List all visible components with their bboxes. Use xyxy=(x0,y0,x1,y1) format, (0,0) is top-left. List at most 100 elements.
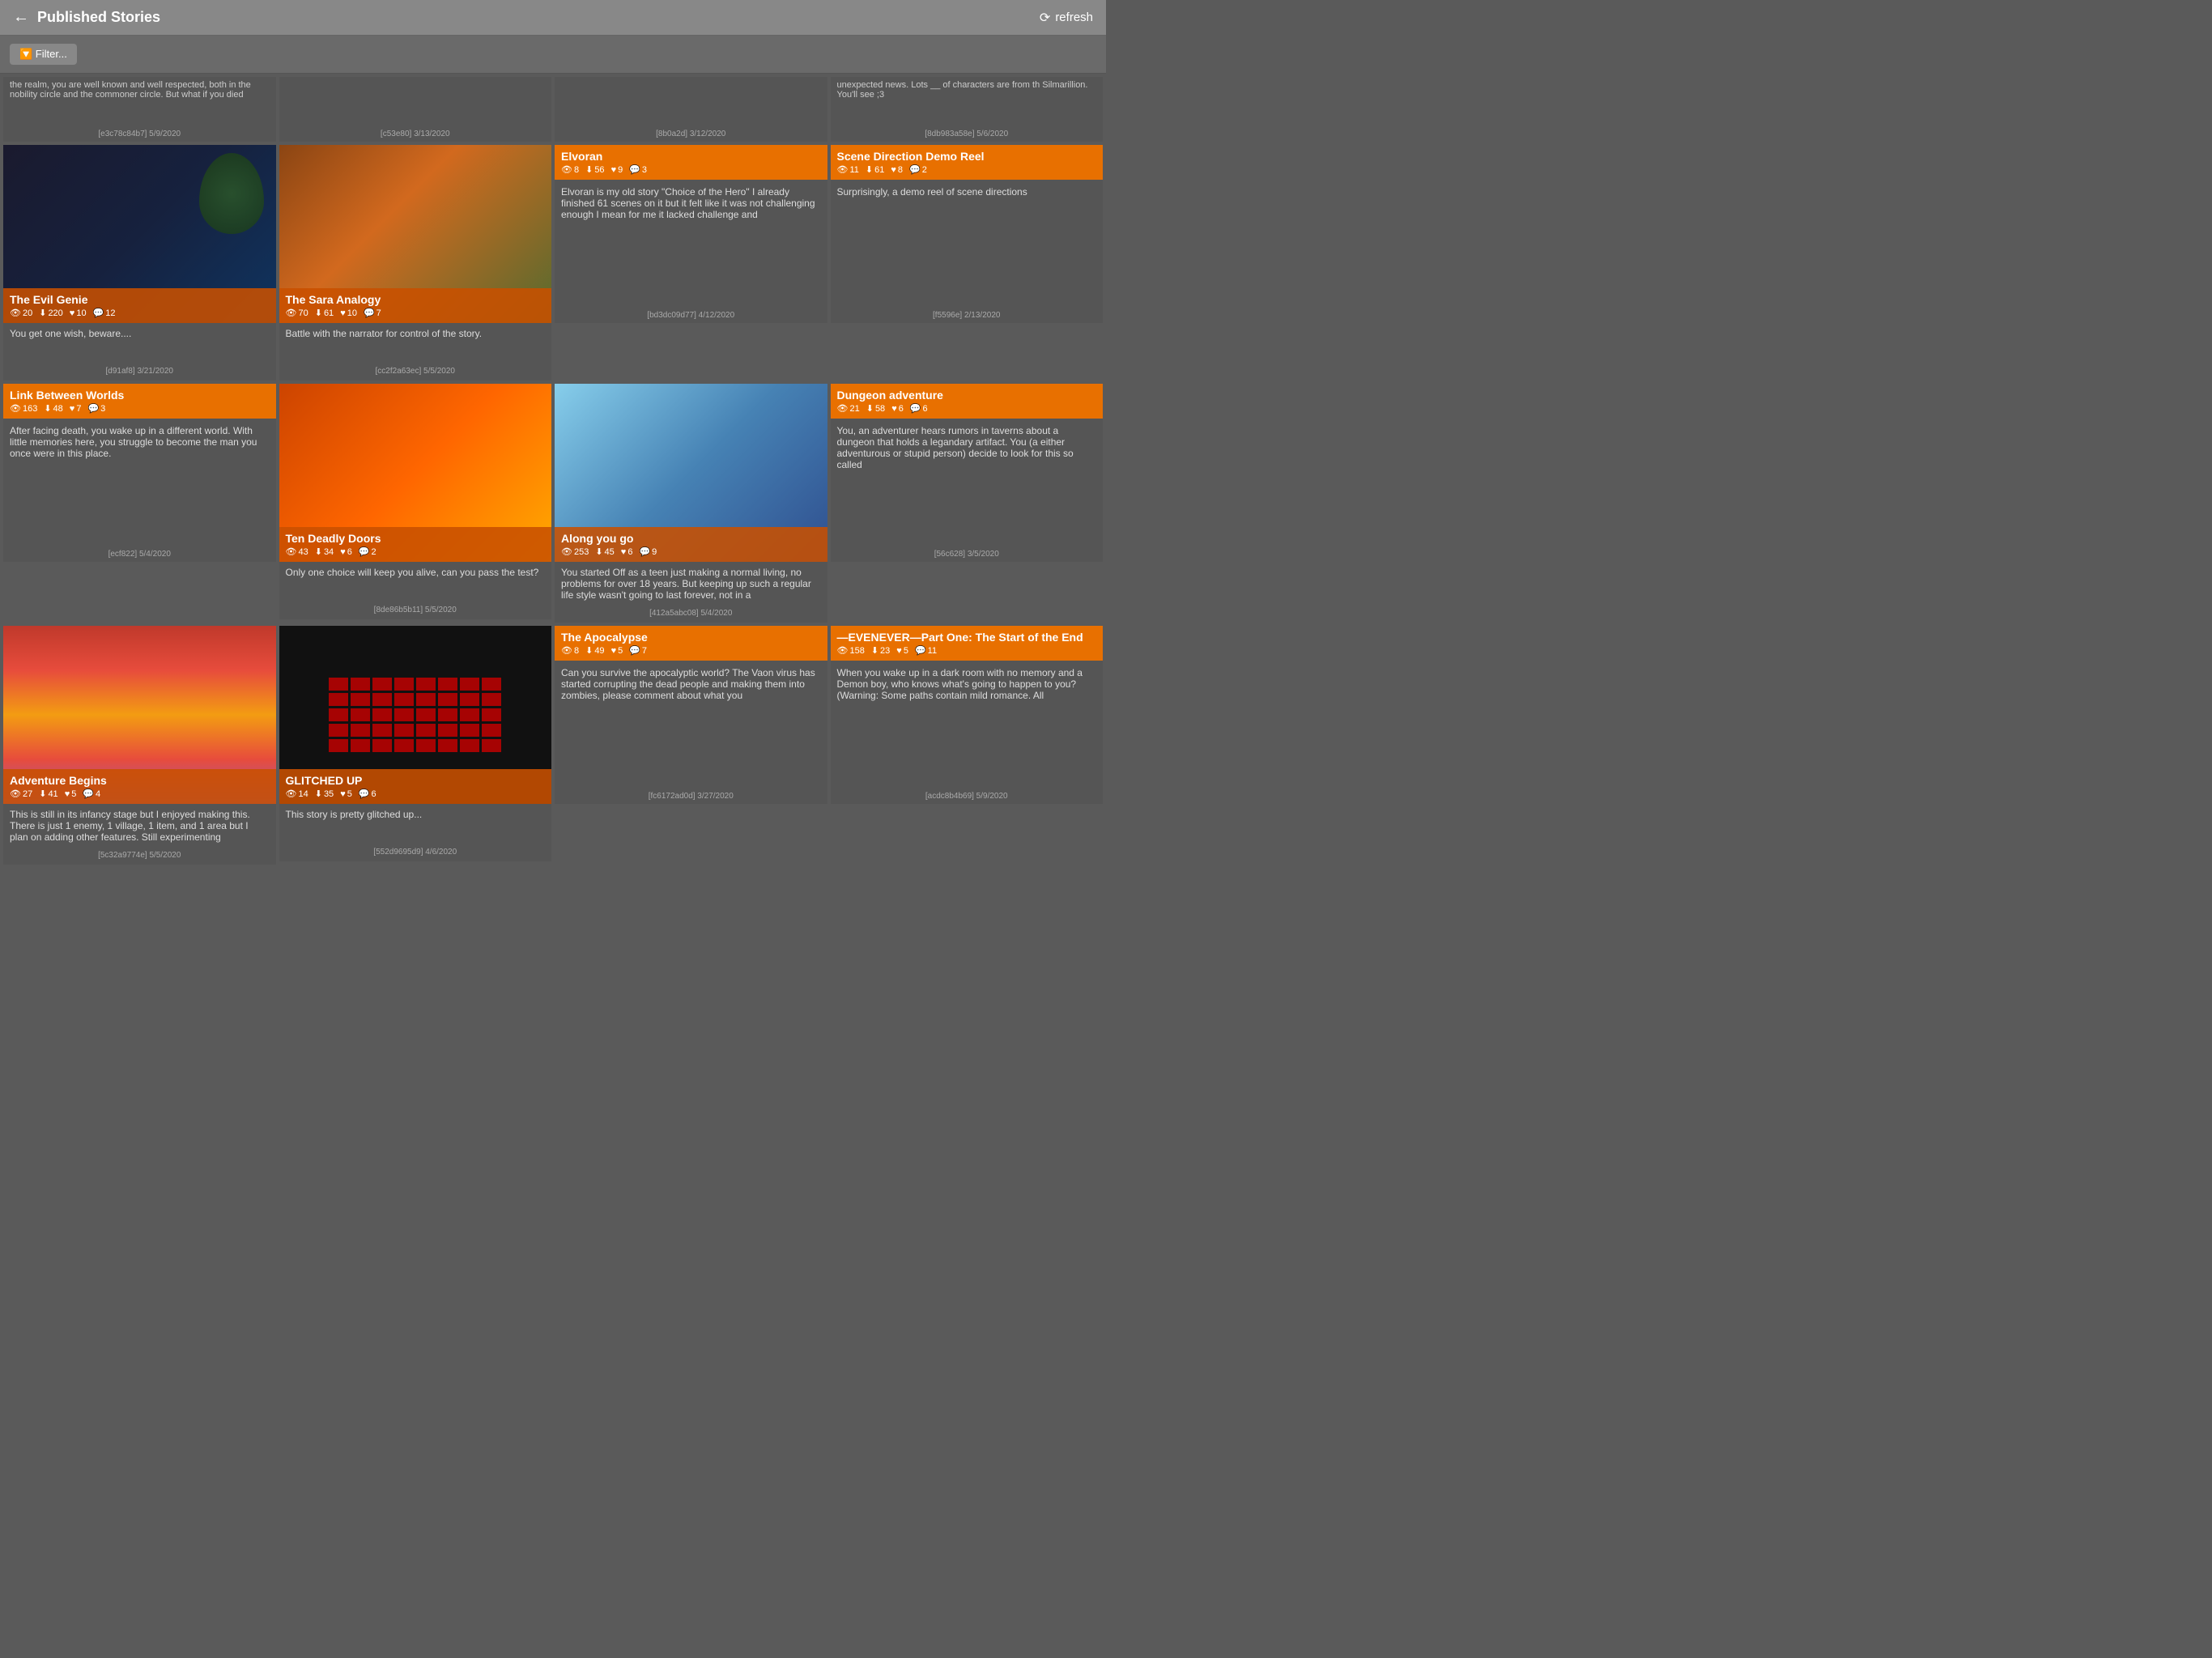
partial-card-3[interactable]: [8b0a2d] 3/12/2020 xyxy=(555,77,827,142)
card-wrapper-evil-genie[interactable]: The Evil Genie 👁 20 ⬇ 220 ♥ 10 💬 12 [d91… xyxy=(3,145,276,380)
partial-card-2[interactable]: [c53e80] 3/13/2020 xyxy=(279,77,552,142)
heart-icon: ♥ xyxy=(611,646,617,656)
views-icon: 👁 xyxy=(10,403,21,414)
card-header-link-between: Link Between Worlds 👁 163 ⬇ 48 ♥ 7 💬 3 xyxy=(3,384,276,419)
comment-icon: 💬 xyxy=(910,403,921,414)
downloads-stat: ⬇ 35 xyxy=(315,789,334,799)
card-body-elvoran: Elvoran is my old story "Choice of the H… xyxy=(555,180,827,308)
download-icon: ⬇ xyxy=(585,164,593,175)
download-icon: ⬇ xyxy=(39,308,46,318)
download-icon: ⬇ xyxy=(315,789,322,799)
views-stat: 👁 253 xyxy=(561,546,589,557)
card-footer-text-adventure-begins: [5c32a9774e] 5/5/2020 xyxy=(3,848,276,865)
card-header-evenever: —EVENEVER—Part One: The Start of the End… xyxy=(831,626,1104,661)
downloads-stat: ⬇ 34 xyxy=(315,546,334,557)
download-icon: ⬇ xyxy=(866,403,874,414)
story-card-evenever[interactable]: —EVENEVER—Part One: The Start of the End… xyxy=(831,626,1104,804)
card-title-evenever: —EVENEVER—Part One: The Start of the End xyxy=(837,631,1097,644)
comments-stat: 💬 12 xyxy=(93,308,116,318)
card-body-scene-direction: Surprisingly, a demo reel of scene direc… xyxy=(831,180,1104,308)
partial-card-3-body xyxy=(555,77,827,83)
story-card-scene-direction[interactable]: Scene Direction Demo Reel 👁 11 ⬇ 61 ♥ 8 … xyxy=(831,145,1104,323)
downloads-stat: ⬇ 56 xyxy=(585,164,604,175)
heart-icon: ♥ xyxy=(340,789,346,799)
heart-icon: ♥ xyxy=(65,789,70,799)
filter-button[interactable]: 🔽 Filter... xyxy=(10,44,77,65)
partial-card-4[interactable]: unexpected news. Lots __ of characters a… xyxy=(831,77,1104,142)
views-stat: 👁 14 xyxy=(286,789,308,799)
card-title-elvoran: Elvoran xyxy=(561,150,821,163)
card-wrapper-sara-analogy[interactable]: The Sara Analogy 👁 70 ⬇ 61 ♥ 10 💬 7 [cc2… xyxy=(279,145,552,380)
likes-stat: ♥ 7 xyxy=(70,404,82,414)
views-stat: 👁 8 xyxy=(561,645,579,656)
likes-stat: ♥ 8 xyxy=(891,165,903,175)
story-card-glitched-up[interactable]: GLITCHED UP 👁 14 ⬇ 35 ♥ 5 💬 6 [552d9695d… xyxy=(279,626,552,804)
downloads-stat: ⬇ 61 xyxy=(866,164,884,175)
card-header-dungeon: Dungeon adventure 👁 21 ⬇ 58 ♥ 6 💬 6 xyxy=(831,384,1104,419)
refresh-button[interactable]: ⟳ refresh xyxy=(1040,10,1093,26)
views-stat: 👁 20 xyxy=(10,308,32,318)
partial-card-2-body xyxy=(279,77,552,83)
downloads-stat: ⬇ 61 xyxy=(315,308,334,318)
card-wrapper-along-you-go[interactable]: Along you go 👁 253 ⬇ 45 ♥ 6 💬 9 [412a5ab… xyxy=(555,384,827,623)
card-footer-text-ten-deadly: [8de86b5b11] 5/5/2020 xyxy=(279,602,552,619)
comment-icon: 💬 xyxy=(629,164,640,175)
card-stats-along-you-go: 👁 253 ⬇ 45 ♥ 6 💬 9 xyxy=(561,546,821,557)
comment-icon: 💬 xyxy=(87,403,99,414)
likes-stat: ♥ 6 xyxy=(891,404,904,414)
downloads-stat: ⬇ 45 xyxy=(595,546,614,557)
heart-icon: ♥ xyxy=(70,404,75,414)
story-card-dungeon[interactable]: Dungeon adventure 👁 21 ⬇ 58 ♥ 6 💬 6 You,… xyxy=(831,384,1104,562)
views-icon: 👁 xyxy=(561,546,572,557)
views-icon: 👁 xyxy=(837,403,849,414)
card-body-text-evil-genie: You get one wish, beware.... xyxy=(3,323,276,363)
comment-icon: 💬 xyxy=(364,308,375,318)
likes-stat: ♥ 10 xyxy=(70,308,87,318)
card-wrapper-glitched-up[interactable]: GLITCHED UP 👁 14 ⬇ 35 ♥ 5 💬 6 [552d9695d… xyxy=(279,626,552,865)
card-wrapper-ten-deadly[interactable]: Ten Deadly Doors 👁 43 ⬇ 34 ♥ 6 💬 2 [8de8… xyxy=(279,384,552,623)
card-footer-dungeon: [56c628] 3/5/2020 xyxy=(831,546,1104,562)
card-title-along-you-go: Along you go xyxy=(561,532,821,545)
comments-stat: 💬 11 xyxy=(915,645,937,656)
download-icon: ⬇ xyxy=(39,789,46,799)
comments-stat: 💬 3 xyxy=(629,164,647,175)
story-card-along-you-go[interactable]: Along you go 👁 253 ⬇ 45 ♥ 6 💬 9 [412a5ab… xyxy=(555,384,827,562)
story-card-apocalypse[interactable]: The Apocalypse 👁 8 ⬇ 49 ♥ 5 💬 7 Can you … xyxy=(555,626,827,804)
views-stat: 👁 158 xyxy=(837,645,865,656)
comments-stat: 💬 6 xyxy=(910,403,928,414)
card-stats-ten-deadly: 👁 43 ⬇ 34 ♥ 6 💬 2 xyxy=(286,546,546,557)
partial-card-1-body: the realm, you are well known and well r… xyxy=(3,77,276,103)
header-left: ← Published Stories xyxy=(13,8,160,27)
partial-card-1[interactable]: the realm, you are well known and well r… xyxy=(3,77,276,142)
card-stats-dungeon: 👁 21 ⬇ 58 ♥ 6 💬 6 xyxy=(837,403,1097,414)
story-card-adventure-begins[interactable]: Adventure Begins 👁 27 ⬇ 41 ♥ 5 💬 4 [5c32… xyxy=(3,626,276,804)
partial-cards-row: the realm, you are well known and well r… xyxy=(0,74,1106,142)
views-icon: 👁 xyxy=(10,308,21,318)
views-stat: 👁 11 xyxy=(837,164,859,175)
card-wrapper-adventure-begins[interactable]: Adventure Begins 👁 27 ⬇ 41 ♥ 5 💬 4 [5c32… xyxy=(3,626,276,865)
views-icon: 👁 xyxy=(286,546,297,557)
card-header-along-you-go: Along you go 👁 253 ⬇ 45 ♥ 6 💬 9 xyxy=(555,527,827,562)
card-body-link-between: After facing death, you wake up in a dif… xyxy=(3,419,276,546)
heart-icon: ♥ xyxy=(340,308,346,318)
partial-card-3-footer: [8b0a2d] 3/12/2020 xyxy=(555,130,827,138)
refresh-label: refresh xyxy=(1055,11,1093,24)
card-header-ten-deadly: Ten Deadly Doors 👁 43 ⬇ 34 ♥ 6 💬 2 xyxy=(279,527,552,562)
card-body-evenever: When you wake up in a dark room with no … xyxy=(831,661,1104,789)
card-body-text-sara-analogy: Battle with the narrator for control of … xyxy=(279,323,552,363)
card-stats-adventure-begins: 👁 27 ⬇ 41 ♥ 5 💬 4 xyxy=(10,789,270,799)
story-card-elvoran[interactable]: Elvoran 👁 8 ⬇ 56 ♥ 9 💬 3 Elvoran is my o… xyxy=(555,145,827,323)
story-card-ten-deadly[interactable]: Ten Deadly Doors 👁 43 ⬇ 34 ♥ 6 💬 2 [8de8… xyxy=(279,384,552,562)
story-card-sara-analogy[interactable]: The Sara Analogy 👁 70 ⬇ 61 ♥ 10 💬 7 [cc2… xyxy=(279,145,552,323)
card-header-sara-analogy: The Sara Analogy 👁 70 ⬇ 61 ♥ 10 💬 7 xyxy=(279,288,552,323)
card-title-evil-genie: The Evil Genie xyxy=(10,293,270,306)
story-card-evil-genie[interactable]: The Evil Genie 👁 20 ⬇ 220 ♥ 10 💬 12 [d91… xyxy=(3,145,276,323)
comment-icon: 💬 xyxy=(359,546,370,557)
download-icon: ⬇ xyxy=(871,645,878,656)
card-stats-sara-analogy: 👁 70 ⬇ 61 ♥ 10 💬 7 xyxy=(286,308,546,318)
story-card-link-between[interactable]: Link Between Worlds 👁 163 ⬇ 48 ♥ 7 💬 3 A… xyxy=(3,384,276,562)
likes-stat: ♥ 5 xyxy=(896,646,908,656)
comment-icon: 💬 xyxy=(915,645,926,656)
stories-grid: The Evil Genie 👁 20 ⬇ 220 ♥ 10 💬 12 [d91… xyxy=(0,142,1106,868)
back-button[interactable]: ← xyxy=(13,8,29,27)
